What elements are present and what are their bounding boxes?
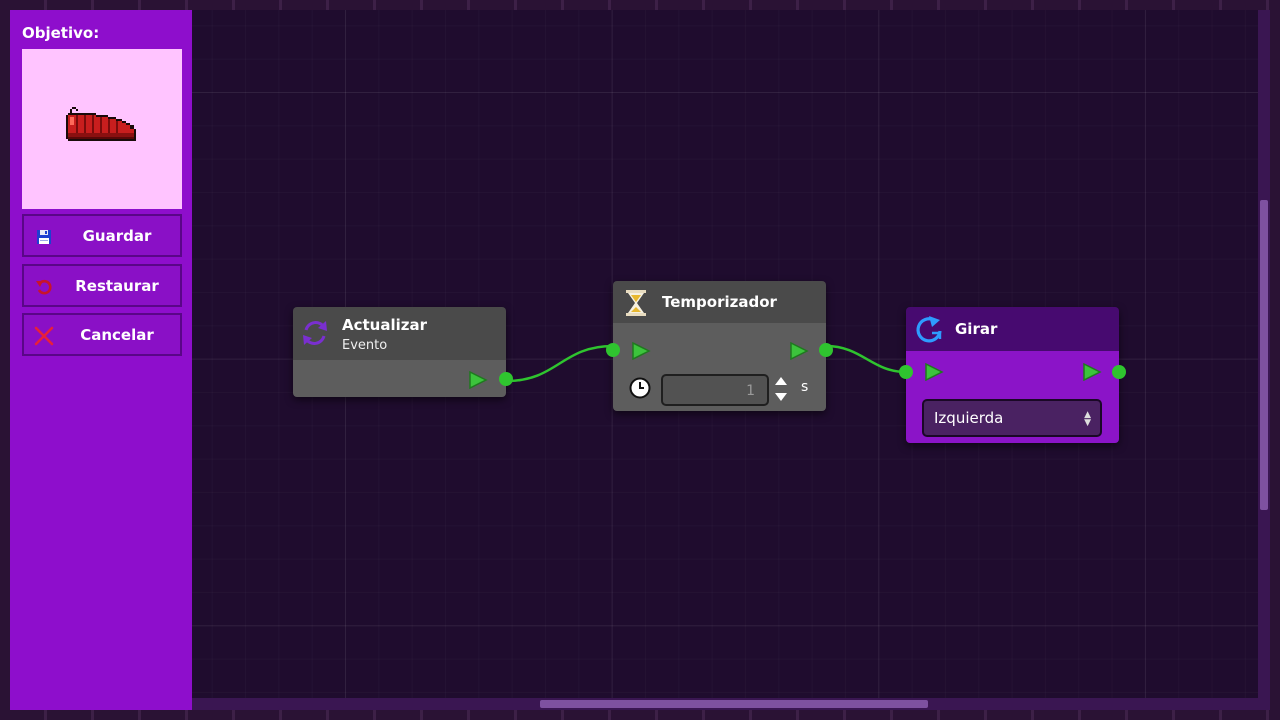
timer-node-header: Temporizador [613,281,826,323]
rotate-flow-in-port[interactable] [899,365,913,379]
update-node-header: Actualizar Evento [293,307,506,360]
flow-in-arrow-icon [632,342,651,360]
timer-duration-row: 1 s [613,369,826,411]
flow-out-arrow-icon [469,371,488,389]
rotate-node-body: Izquierda ▲ ▼ [899,351,1126,443]
rotate-direction-select[interactable]: Izquierda ▲ ▼ [922,399,1102,437]
update-node-title: Actualizar [342,316,428,334]
rotate-arrow-icon [914,315,944,349]
timer-duration-input[interactable]: 1 [661,374,769,406]
wire-timer-to-rotate [825,344,907,374]
rotate-node-title: Girar [955,320,998,338]
rotate-node-header: Girar [906,307,1119,351]
update-node-subtitle: Evento [342,338,388,353]
timer-flow-in-port[interactable] [606,343,620,357]
timer-node-body: 1 s [606,323,833,411]
floppy-disk-icon [34,227,54,247]
timer-node[interactable]: Temporizador 1 s [606,281,833,411]
vertical-scrollbar-thumb[interactable] [1260,200,1268,510]
wire-update-to-timer [506,344,614,383]
cancel-button[interactable]: Cancelar [22,313,182,356]
flow-out-arrow-icon [1083,363,1102,381]
update-node-body [293,360,513,397]
red-slug-sprite [66,107,136,141]
undo-arrow-icon [34,277,54,297]
timer-unit-label: s [801,379,809,395]
timer-duration-stepper[interactable] [773,375,789,403]
flow-out-arrow-icon [790,342,809,360]
x-icon [34,326,54,346]
rotate-node[interactable]: Girar Izquierda ▲ ▼ [899,307,1126,443]
refresh-cycle-icon [299,317,331,353]
rotate-flow-out-port[interactable] [1112,365,1126,379]
horizontal-scrollbar-thumb[interactable] [540,700,928,708]
objective-sidebar: Objetivo: Guardar Restaurar Cancelar [10,10,192,710]
select-chevron-icon: ▲ ▼ [1084,410,1091,428]
timer-node-title: Temporizador [662,293,777,311]
horizontal-scrollbar[interactable] [192,698,1258,710]
rotate-direction-value: Izquierda [934,409,1004,427]
restore-button[interactable]: Restaurar [22,264,182,307]
clock-icon [629,377,651,403]
objective-label: Objetivo: [22,24,100,42]
node-graph-canvas[interactable]: Actualizar Evento Temporizador 1 s Girar… [192,10,1270,710]
vertical-scrollbar[interactable] [1258,10,1270,710]
flow-in-arrow-icon [925,363,944,381]
update-flow-out-port[interactable] [499,372,513,386]
objective-preview [22,49,182,209]
update-event-node[interactable]: Actualizar Evento [293,307,513,397]
save-button[interactable]: Guardar [22,214,182,257]
hourglass-icon [625,289,647,321]
timer-flow-out-port[interactable] [819,343,833,357]
